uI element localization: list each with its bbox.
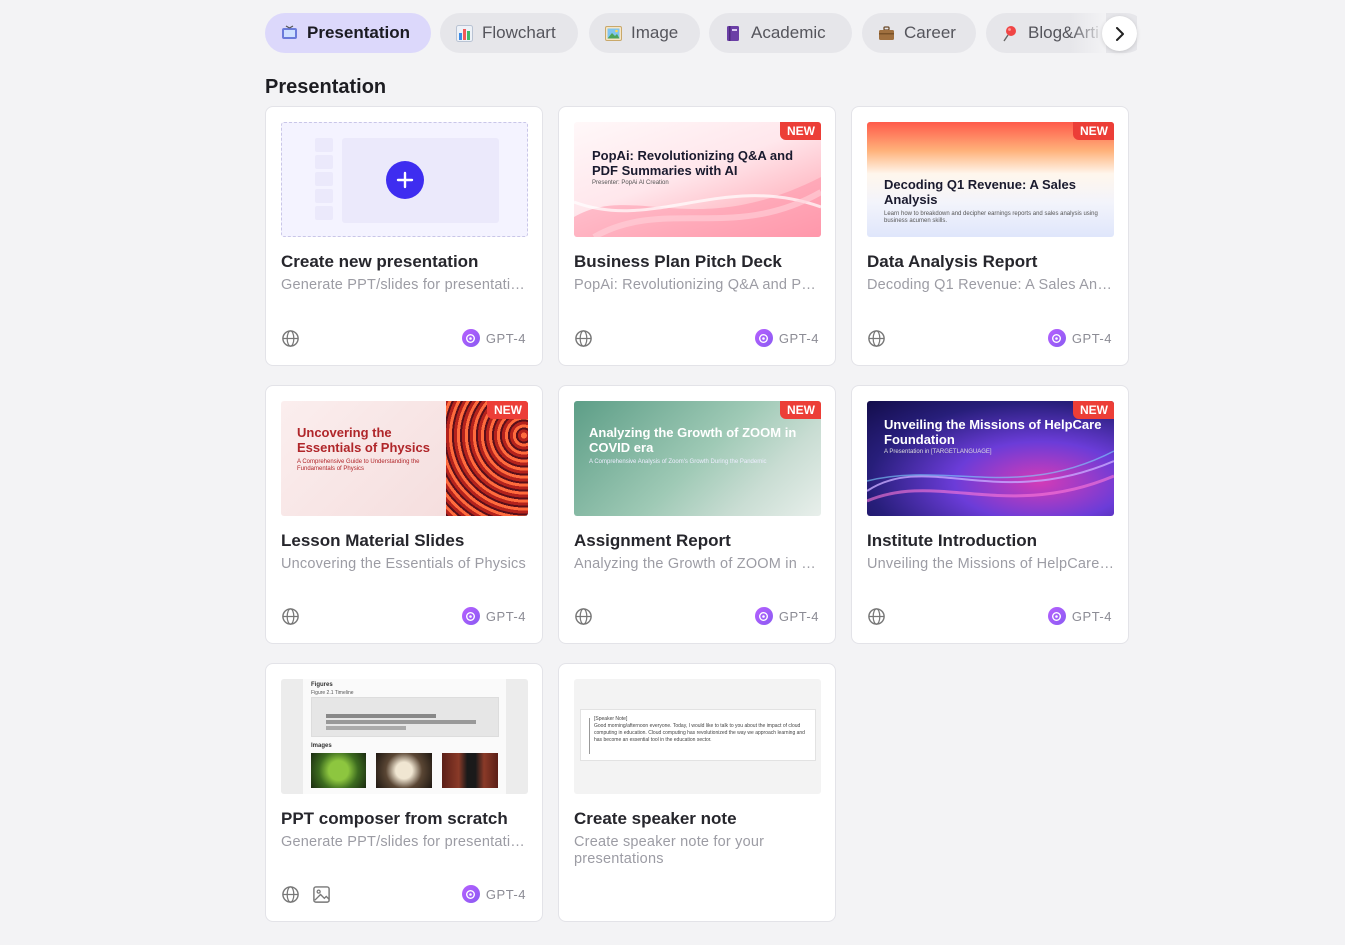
card-description: Unveiling the Missions of HelpCare Found… (867, 556, 1115, 572)
thumb-title: Uncovering the Essentials of Physics (297, 425, 430, 455)
chevron-right-icon (1115, 26, 1124, 41)
card-business-plan-pitch-deck[interactable]: PopAi: Revolutionizing Q&A and PDF Summa… (558, 106, 836, 366)
globe-icon (575, 330, 592, 347)
card-create-speaker-note[interactable]: [Speaker Note] Good morning/afternoon ev… (558, 663, 836, 922)
model-label: GPT-4 (461, 607, 526, 625)
tab-career[interactable]: Career (862, 13, 976, 53)
tabs-fade (1070, 13, 1106, 54)
openai-icon (1047, 329, 1066, 347)
thumb-subtitle: A Presentation in [TARGETLANGUAGE] (884, 449, 992, 455)
new-badge: NEW (780, 401, 821, 419)
card-institute-introduction[interactable]: Unveiling the Missions of HelpCare Found… (851, 385, 1129, 644)
category-tabs: Presentation Flowchart Image Academic Ca… (265, 13, 1137, 54)
model-label: GPT-4 (1047, 329, 1112, 347)
card-create-new-presentation[interactable]: Create new presentation Generate PPT/sli… (265, 106, 543, 366)
card-thumbnail: PopAi: Revolutionizing Q&A and PDF Summa… (574, 122, 821, 237)
card-title: Assignment Report (574, 531, 731, 550)
card-title: Institute Introduction (867, 531, 1037, 550)
thumb-title: Decoding Q1 Revenue: A Sales Analysis (884, 177, 1076, 207)
model-label: GPT-4 (754, 607, 819, 625)
card-thumbnail: Unveiling the Missions of HelpCare Found… (867, 401, 1114, 516)
thumb-subtitle: A Comprehensive Analysis of Zoom's Growt… (589, 459, 767, 465)
thumb-title: Unveiling the Missions of HelpCare Found… (884, 417, 1102, 447)
model-label: GPT-4 (461, 885, 526, 903)
tab-label: Image (631, 23, 679, 42)
globe-icon (575, 608, 592, 625)
card-thumbnail: Uncovering the Essentials of Physics A C… (281, 401, 528, 516)
new-badge: NEW (780, 122, 821, 140)
thumb-title: PopAi: Revolutionizing Q&A and PDF Summa… (592, 148, 794, 178)
plus-icon (386, 161, 424, 199)
card-thumbnail: Figures Figure 2.1 Timeline Images (281, 679, 528, 794)
openai-icon (461, 607, 480, 625)
card-ppt-composer[interactable]: Figures Figure 2.1 Timeline Images PPT c… (265, 663, 543, 922)
globe-icon (868, 608, 885, 625)
card-description: Create speaker note for your presentatio… (574, 834, 765, 867)
openai-icon (461, 885, 480, 903)
card-description: Generate PPT/slides for presentations (281, 277, 529, 293)
thumb-note-body: Good morning/afternoon everyone. Today, … (594, 723, 805, 743)
openai-icon (1047, 607, 1066, 625)
openai-icon (754, 329, 773, 347)
card-title: Lesson Material Slides (281, 531, 465, 550)
model-label: GPT-4 (461, 329, 526, 347)
thumb-figures-label: Figures (311, 682, 333, 688)
tab-label: Career (904, 23, 956, 42)
globe-icon (282, 886, 299, 903)
card-title: Business Plan Pitch Deck (574, 252, 782, 271)
card-title: Create new presentation (281, 252, 479, 271)
card-lesson-material-slides[interactable]: Uncovering the Essentials of Physics A C… (265, 385, 543, 644)
card-thumbnail: Decoding Q1 Revenue: A Sales Analysis Le… (867, 122, 1114, 237)
card-title: Create speaker note (574, 809, 737, 828)
model-label: GPT-4 (754, 329, 819, 347)
briefcase-icon (879, 25, 894, 40)
image-icon (313, 886, 330, 903)
pin-icon (1003, 25, 1016, 41)
card-thumbnail: [Speaker Note] Good morning/afternoon ev… (574, 679, 821, 794)
tab-flowchart[interactable]: Flowchart (440, 13, 578, 53)
card-thumbnail (281, 122, 528, 237)
tv-icon (282, 24, 297, 39)
new-badge: NEW (487, 401, 528, 419)
thumb-images-label: Images (311, 743, 332, 749)
card-title: Data Analysis Report (867, 252, 1038, 271)
new-badge: NEW (1073, 122, 1114, 140)
tab-academic[interactable]: Academic (709, 13, 852, 53)
thumb-subtitle: A Comprehensive Guide to Understanding t… (297, 459, 420, 472)
globe-icon (868, 330, 885, 347)
card-thumbnail: Analyzing the Growth of ZOOM in COVID er… (574, 401, 821, 516)
card-data-analysis-report[interactable]: Decoding Q1 Revenue: A Sales Analysis Le… (851, 106, 1129, 366)
new-badge: NEW (1073, 401, 1114, 419)
tab-image[interactable]: Image (589, 13, 700, 53)
openai-icon (461, 329, 480, 347)
card-description: Analyzing the Growth of ZOOM in COVID er… (574, 556, 822, 572)
thumb-figure-caption: Figure 2.1 Timeline (311, 690, 354, 696)
tab-label: Flowchart (482, 23, 556, 42)
picture-icon (605, 25, 622, 41)
card-description: Decoding Q1 Revenue: A Sales Analysis (867, 277, 1115, 293)
tabs-next-button[interactable] (1102, 16, 1137, 51)
book-icon (727, 25, 739, 41)
model-label: GPT-4 (1047, 607, 1112, 625)
globe-icon (282, 330, 299, 347)
globe-icon (282, 608, 299, 625)
openai-icon (754, 607, 773, 625)
card-description: Generate PPT/slides for presentations (281, 834, 529, 850)
card-assignment-report[interactable]: Analyzing the Growth of ZOOM in COVID er… (558, 385, 836, 644)
section-title: Presentation (265, 76, 387, 98)
tab-label: Presentation (307, 23, 410, 42)
card-description: PopAi: Revolutionizing Q&A and PDF Summa… (574, 277, 822, 293)
thumb-title: Analyzing the Growth of ZOOM in COVID er… (589, 425, 797, 455)
tab-presentation[interactable]: Presentation (265, 13, 431, 53)
card-description: Uncovering the Essentials of Physics (281, 556, 526, 572)
card-title: PPT composer from scratch (281, 809, 508, 828)
thumb-note-heading: [Speaker Note] (594, 716, 628, 722)
thumb-subtitle: Learn how to breakdown and decipher earn… (884, 211, 1098, 224)
tab-label: Academic (751, 23, 826, 42)
thumb-subtitle: Presenter: PopAi AI Creation (592, 180, 669, 186)
bar-chart-icon (456, 24, 473, 42)
